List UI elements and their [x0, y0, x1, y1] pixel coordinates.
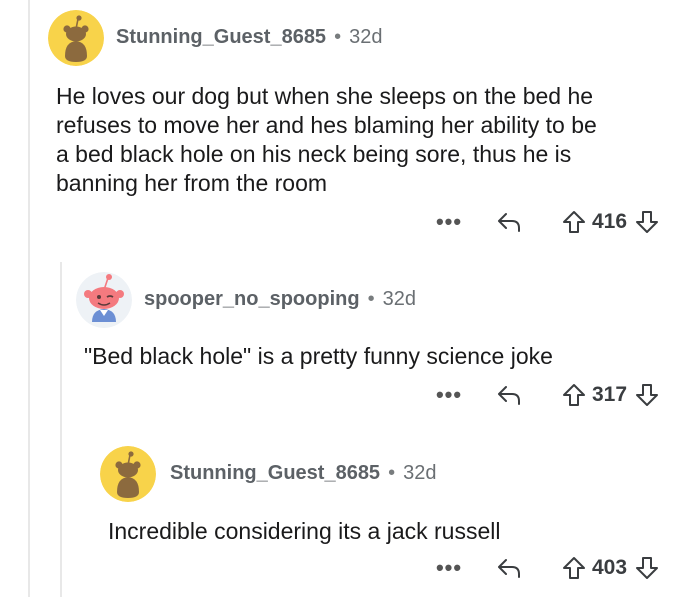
- vote-score: 403: [592, 556, 628, 579]
- comment-actions: ••• 403: [434, 553, 659, 583]
- more-options-icon[interactable]: •••: [434, 555, 464, 581]
- snoo-avatar-icon: [100, 446, 156, 502]
- upvote-arrow-icon[interactable]: [562, 556, 586, 580]
- separator: •: [388, 462, 396, 484]
- avatar[interactable]: [100, 446, 156, 502]
- comment-meta: Stunning_Guest_8685 • 32d: [170, 462, 436, 485]
- comment: Stunning_Guest_8685 • 32d Incredible con…: [0, 0, 700, 597]
- downvote-arrow-icon[interactable]: [635, 556, 659, 580]
- username[interactable]: Stunning_Guest_8685: [170, 462, 380, 485]
- timestamp[interactable]: 32d: [403, 462, 436, 485]
- reply-arrow-icon[interactable]: [496, 557, 522, 579]
- comment-text-line: Incredible considering its a jack russel…: [108, 518, 501, 544]
